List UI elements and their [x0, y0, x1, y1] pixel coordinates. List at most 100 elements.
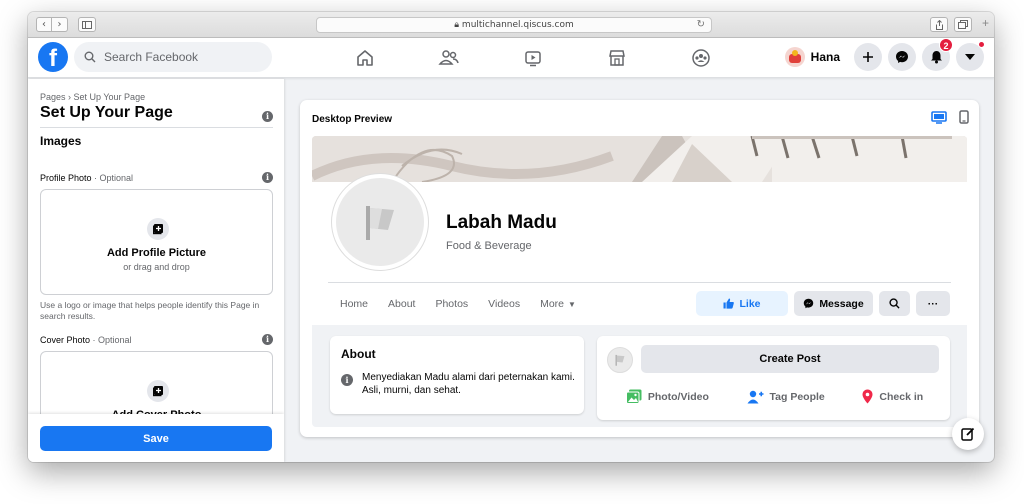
photo-icon [625, 389, 642, 404]
edit-icon [961, 427, 975, 441]
like-button[interactable]: Like [696, 291, 788, 316]
like-label: Like [739, 297, 761, 310]
profile-button[interactable]: Hana [782, 43, 848, 71]
facebook-header: f Hana [28, 38, 994, 78]
nav-home-icon[interactable] [323, 44, 407, 72]
account-menu-button[interactable] [956, 41, 985, 71]
page-name: Labah Madu [446, 212, 557, 233]
optional-text: · Optional [90, 335, 132, 345]
preview-label: Desktop Preview [312, 114, 393, 125]
search-box[interactable] [74, 42, 272, 72]
page-tabs: Home About Photos Videos More ▼ [340, 298, 596, 310]
tab-videos[interactable]: Videos [488, 298, 520, 310]
reload-icon[interactable]: ↻ [697, 18, 705, 32]
divider [328, 282, 951, 283]
photo-video-button[interactable]: Photo/Video [625, 389, 709, 404]
nav-groups-icon[interactable] [659, 44, 743, 72]
cover-photo [312, 136, 967, 182]
message-button[interactable]: Message [794, 291, 873, 316]
check-in-label: Check in [879, 390, 924, 403]
cover-photo-label: Cover Photo · Optional [40, 335, 132, 345]
facebook-logo[interactable]: f [38, 42, 68, 72]
about-heading: About [341, 347, 376, 361]
messenger-icon [804, 298, 814, 309]
page-title: Set Up Your Page [40, 104, 173, 121]
add-photo-icon [147, 218, 169, 240]
message-label: Message [819, 297, 864, 310]
messenger-icon [896, 51, 908, 63]
search-input[interactable] [104, 50, 254, 64]
tab-more-label: More [540, 298, 565, 310]
nav-watch-icon[interactable] [491, 44, 575, 72]
tag-people-icon [747, 390, 764, 403]
save-bar: Save [28, 414, 284, 462]
optional-text: · Optional [91, 173, 134, 183]
flag-icon [615, 354, 625, 366]
nav-marketplace-icon[interactable] [575, 44, 659, 72]
create-post-card: Create Post Photo/Video Tag People Check… [597, 336, 950, 420]
url-text: multichannel.qiscus.com [461, 20, 574, 30]
tab-about[interactable]: About [388, 298, 415, 310]
check-in-button[interactable]: Check in [862, 389, 923, 404]
caret-down-icon [965, 54, 975, 60]
tabs-icon[interactable] [954, 17, 972, 32]
tab-home[interactable]: Home [340, 298, 368, 310]
save-button[interactable]: Save [40, 426, 272, 451]
search-icon [889, 298, 900, 309]
bell-icon [930, 51, 942, 64]
breadcrumb: Pages › Set Up Your Page [40, 92, 146, 102]
more-options-button[interactable]: ··· [916, 291, 950, 316]
location-pin-icon [862, 389, 873, 404]
search-icon [84, 51, 96, 63]
profile-photo-dropzone[interactable]: Add Profile Picture or drag and drop [40, 189, 273, 295]
add-profile-picture-label: Add Profile Picture [106, 247, 207, 259]
tag-people-label: Tag People [769, 390, 825, 403]
setup-panel: Pages › Set Up Your Page Set Up Your Pag… [28, 79, 284, 462]
drag-drop-hint: or drag and drop [123, 262, 190, 272]
lock-icon: 🔒︎ [454, 20, 460, 30]
tag-people-button[interactable]: Tag People [747, 389, 825, 404]
page-avatar-small [607, 347, 633, 373]
tab-photos[interactable]: Photos [435, 298, 468, 310]
divider [40, 127, 273, 128]
address-bar[interactable]: 🔒︎ multichannel.qiscus.com ↻ [316, 17, 712, 33]
mobile-icon[interactable] [959, 110, 969, 124]
profile-help-text: Use a logo or image that helps people id… [40, 300, 260, 321]
profile-photo-label: Profile Photo · Optional [40, 173, 133, 183]
plus-icon [863, 52, 873, 62]
info-icon[interactable]: i [262, 111, 273, 122]
nav-friends-icon[interactable] [407, 44, 491, 72]
about-text: Menyediakan Madu alami dari peternakan k… [362, 372, 575, 396]
desktop-icon[interactable] [931, 110, 947, 124]
create-button[interactable] [854, 43, 882, 71]
add-photo-icon [147, 380, 169, 402]
tab-more[interactable]: More ▼ [540, 298, 576, 310]
flag-icon [366, 206, 394, 240]
notification-badge: 2 [939, 38, 953, 52]
browser-toolbar: ‹ › 🔒︎ multichannel.qiscus.com ↻ + [28, 12, 994, 38]
messenger-button[interactable] [888, 43, 916, 71]
forward-icon[interactable]: › [52, 17, 68, 32]
about-card: About i Menyediakan Madu alami dari pete… [330, 336, 584, 414]
section-heading: Images [40, 134, 82, 148]
desktop-preview-card: Desktop Preview Labah Madu Food & Bevera… [300, 100, 979, 437]
user-name: Hana [810, 50, 840, 64]
sidebar-toggle-icon[interactable] [78, 17, 96, 32]
new-tab-icon[interactable]: + [982, 16, 994, 34]
page-search-button[interactable] [879, 291, 910, 316]
share-icon[interactable] [930, 17, 948, 32]
browser-window: ‹ › 🔒︎ multichannel.qiscus.com ↻ + f Sea… [28, 12, 994, 462]
avatar [784, 47, 805, 67]
info-icon: i [341, 374, 353, 386]
notifications-button[interactable]: 2 [922, 38, 953, 71]
back-icon[interactable]: ‹ [36, 17, 52, 32]
thumbs-up-icon [723, 298, 735, 309]
compose-button[interactable] [952, 418, 984, 450]
page-category: Food & Beverage [446, 240, 532, 252]
photo-video-label: Photo/Video [647, 390, 709, 403]
info-icon[interactable]: i [262, 334, 273, 345]
info-icon[interactable]: i [262, 172, 273, 183]
create-post-button[interactable]: Create Post [641, 345, 939, 373]
profile-photo-label-text: Profile Photo [40, 173, 92, 183]
page-preview: Labah Madu Food & Beverage Home About Ph… [312, 136, 967, 427]
